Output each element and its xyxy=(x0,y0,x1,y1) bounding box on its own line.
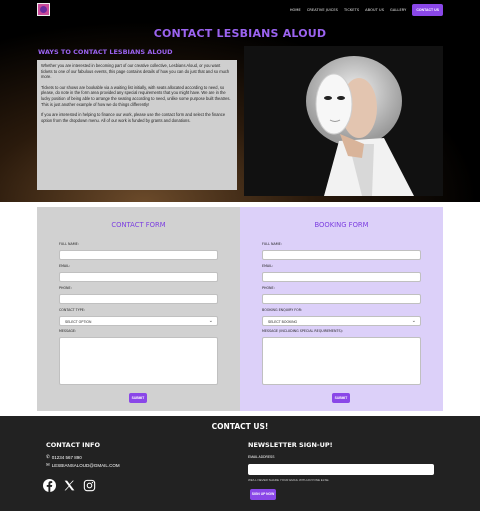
booking-form: BOOKING FORM Full Name: Email: Phone: Bo… xyxy=(240,207,443,411)
booking-full-name-input[interactable] xyxy=(262,250,421,260)
masked-woman-photo xyxy=(244,46,443,196)
email-label: Email: xyxy=(59,264,71,268)
phone-line: ✆ 01234 567 890 xyxy=(46,454,82,460)
hero-text-box: Whether you are interested in becoming p… xyxy=(37,60,237,190)
x-icon[interactable] xyxy=(63,479,76,492)
forms-section: CONTACT FORM Full Name: Email: Phone: Co… xyxy=(0,202,480,416)
email-address[interactable]: LESBIANSALOUD@GMAIL.COM xyxy=(52,463,120,468)
nav-links: Home Creative Juices Tickets About Us Ga… xyxy=(290,3,443,17)
booking-submit-button[interactable]: Submit xyxy=(332,393,350,403)
contact-form-title: CONTACT FORM xyxy=(111,221,166,229)
chevron-down-icon: ⌄ xyxy=(411,318,416,324)
message-textarea[interactable] xyxy=(59,337,218,385)
phone-input[interactable] xyxy=(59,294,218,304)
hero-paragraph: Whether you are interested in becoming p… xyxy=(41,63,230,80)
envelope-icon: ✉ xyxy=(46,462,50,467)
contact-type-select[interactable]: Select Option ⌄ xyxy=(59,316,218,326)
hero-section: CONTACT LESBIANS ALOUD WAYS TO CONTACT L… xyxy=(0,20,480,202)
nav-contact-us-button[interactable]: Contact Us xyxy=(412,4,443,16)
footer: CONTACT US! CONTACT INFO ✆ 01234 567 890… xyxy=(0,416,480,511)
chevron-down-icon: ⌄ xyxy=(208,318,213,324)
booking-enquiry-value: Select Booking xyxy=(268,320,298,324)
booking-phone-label: Phone: xyxy=(262,286,275,290)
booking-form-title: BOOKING FORM xyxy=(314,221,369,229)
top-nav: Home Creative Juices Tickets About Us Ga… xyxy=(0,0,480,20)
email-line: ✉ LESBIANSALOUD@GMAIL.COM xyxy=(46,462,120,468)
footer-title: CONTACT US! xyxy=(211,422,269,431)
nav-link-tickets[interactable]: Tickets xyxy=(344,8,359,12)
logo-icon[interactable] xyxy=(37,3,50,16)
hero-paragraph: If you are interested in helping to fina… xyxy=(41,112,226,123)
booking-message-label: Message (Including Special Requirements)… xyxy=(262,329,343,333)
hero-subtitle: WAYS TO CONTACT LESBIANS ALOUD xyxy=(38,48,173,56)
newsletter-heading: NEWSLETTER SIGN-UP! xyxy=(248,441,333,449)
social-links xyxy=(43,479,96,492)
page-title: CONTACT LESBIANS ALOUD xyxy=(153,27,327,40)
phone-icon: ✆ xyxy=(46,454,50,459)
nav-link-gallery[interactable]: Gallery xyxy=(390,8,406,12)
booking-email-label: Email: xyxy=(262,264,274,268)
nav-link-about-us[interactable]: About Us xyxy=(365,8,384,12)
booking-email-input[interactable] xyxy=(262,272,421,282)
hero-paragraph: Tickets to our shows are bookable via a … xyxy=(41,84,231,107)
contact-info-heading: CONTACT INFO xyxy=(46,441,100,449)
facebook-icon[interactable] xyxy=(43,479,56,492)
newsletter-email-label: Email Address xyxy=(248,455,275,459)
full-name-input[interactable] xyxy=(59,250,218,260)
newsletter-email-input[interactable] xyxy=(248,464,434,475)
booking-message-textarea[interactable] xyxy=(262,337,421,385)
full-name-label: Full Name: xyxy=(59,242,79,246)
contact-form: CONTACT FORM Full Name: Email: Phone: Co… xyxy=(37,207,240,411)
contact-type-label: Contact Type: xyxy=(59,308,85,312)
message-label: Message: xyxy=(59,329,77,333)
contact-submit-button[interactable]: Submit xyxy=(129,393,147,403)
phone-number: 01234 567 890 xyxy=(51,454,82,460)
phone-label: Phone: xyxy=(59,286,72,290)
nav-link-creative-juices[interactable]: Creative Juices xyxy=(307,8,338,12)
newsletter-email-note: We'll never share your email with anyone… xyxy=(248,478,330,482)
nav-link-home[interactable]: Home xyxy=(290,8,301,12)
email-input[interactable] xyxy=(59,272,218,282)
booking-enquiry-select[interactable]: Select Booking ⌄ xyxy=(262,316,421,326)
sign-up-button[interactable]: Sign Up Now xyxy=(250,489,276,500)
booking-enquiry-label: Booking Enquiry For: xyxy=(262,308,303,312)
instagram-icon[interactable] xyxy=(83,479,96,492)
booking-phone-input[interactable] xyxy=(262,294,421,304)
contact-type-value: Select Option xyxy=(65,320,92,324)
booking-full-name-label: Full Name: xyxy=(262,242,282,246)
